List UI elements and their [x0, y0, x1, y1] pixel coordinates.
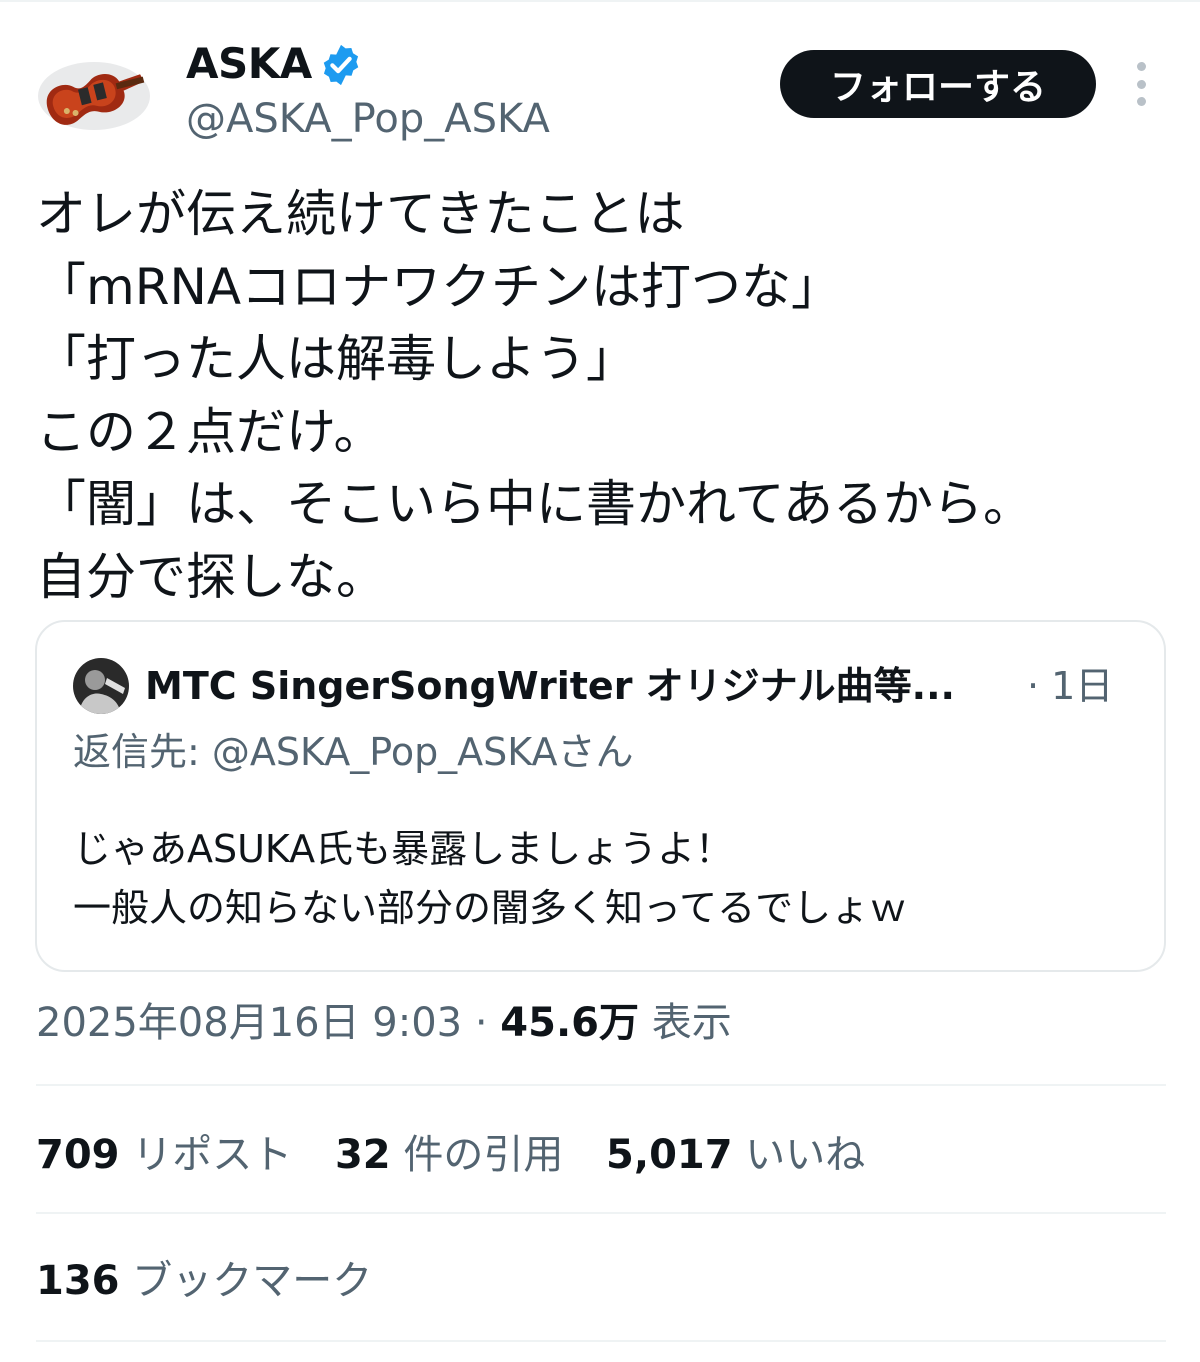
likes-stat[interactable]: 5,017 いいね	[606, 1126, 865, 1184]
view-count: 45.6万	[500, 1000, 639, 1046]
views-label: 表示	[639, 1000, 732, 1046]
divider	[36, 1340, 1166, 1342]
tweet-meta: 2025年08月16日 9:03 · 45.6万 表示	[36, 994, 732, 1052]
quote-author-avatar	[73, 658, 129, 714]
tweet-text: オレが伝え続けてきたことは 「mRNAコロナワクチンは打つな」 「打った人は解毒…	[36, 185, 1033, 606]
meta-separator: ·	[462, 1000, 501, 1046]
tweet-timestamp[interactable]: 2025年08月16日 9:03	[36, 1000, 462, 1046]
reposts-count: 709	[36, 1132, 120, 1178]
quotes-label: 件の引用	[390, 1132, 564, 1178]
author-avatar[interactable]	[34, 52, 154, 136]
verified-badge-icon	[318, 42, 364, 88]
more-vertical-icon[interactable]	[1126, 62, 1156, 106]
quotes-stat[interactable]: 32 件の引用	[335, 1126, 563, 1184]
quote-reply-to: 返信先: @ASKA_Pop_ASKAさん	[73, 726, 634, 778]
bookmarks-count: 136	[36, 1258, 120, 1304]
likes-count: 5,017	[606, 1132, 733, 1178]
divider	[36, 1212, 1166, 1214]
quote-text: じゃあASUKA氏も暴露しましょうよ！ 一般人の知らない部分の闇多く知ってるでし…	[73, 827, 908, 930]
quote-author-name: MTC SingerSongWriter オリジナル曲等...	[145, 664, 955, 708]
likes-label: いいね	[732, 1132, 866, 1178]
top-divider	[0, 0, 1200, 2]
reposts-label: リポスト	[119, 1132, 293, 1178]
engagement-stats: 709 リポスト 32 件の引用 5,017 いいね	[36, 1126, 895, 1184]
quote-timestamp: · 1日	[1027, 664, 1114, 708]
follow-button[interactable]: フォローする	[780, 50, 1096, 118]
reply-prefix: 返信先:	[73, 730, 212, 774]
author-name[interactable]: ASKA	[186, 38, 312, 90]
quotes-count: 32	[334, 1132, 391, 1178]
bookmarks-label: ブックマーク	[119, 1258, 373, 1304]
reply-handle: @ASKA_Pop_ASKAさん	[211, 730, 634, 774]
author-handle[interactable]: @ASKA_Pop_ASKA	[186, 94, 550, 144]
quoted-tweet-card[interactable]: MTC SingerSongWriter オリジナル曲等... · 1日 返信先…	[35, 620, 1166, 972]
divider	[36, 1084, 1166, 1086]
bookmarks-stat[interactable]: 136 ブックマーク	[36, 1252, 372, 1310]
reposts-stat[interactable]: 709 リポスト	[36, 1126, 292, 1184]
